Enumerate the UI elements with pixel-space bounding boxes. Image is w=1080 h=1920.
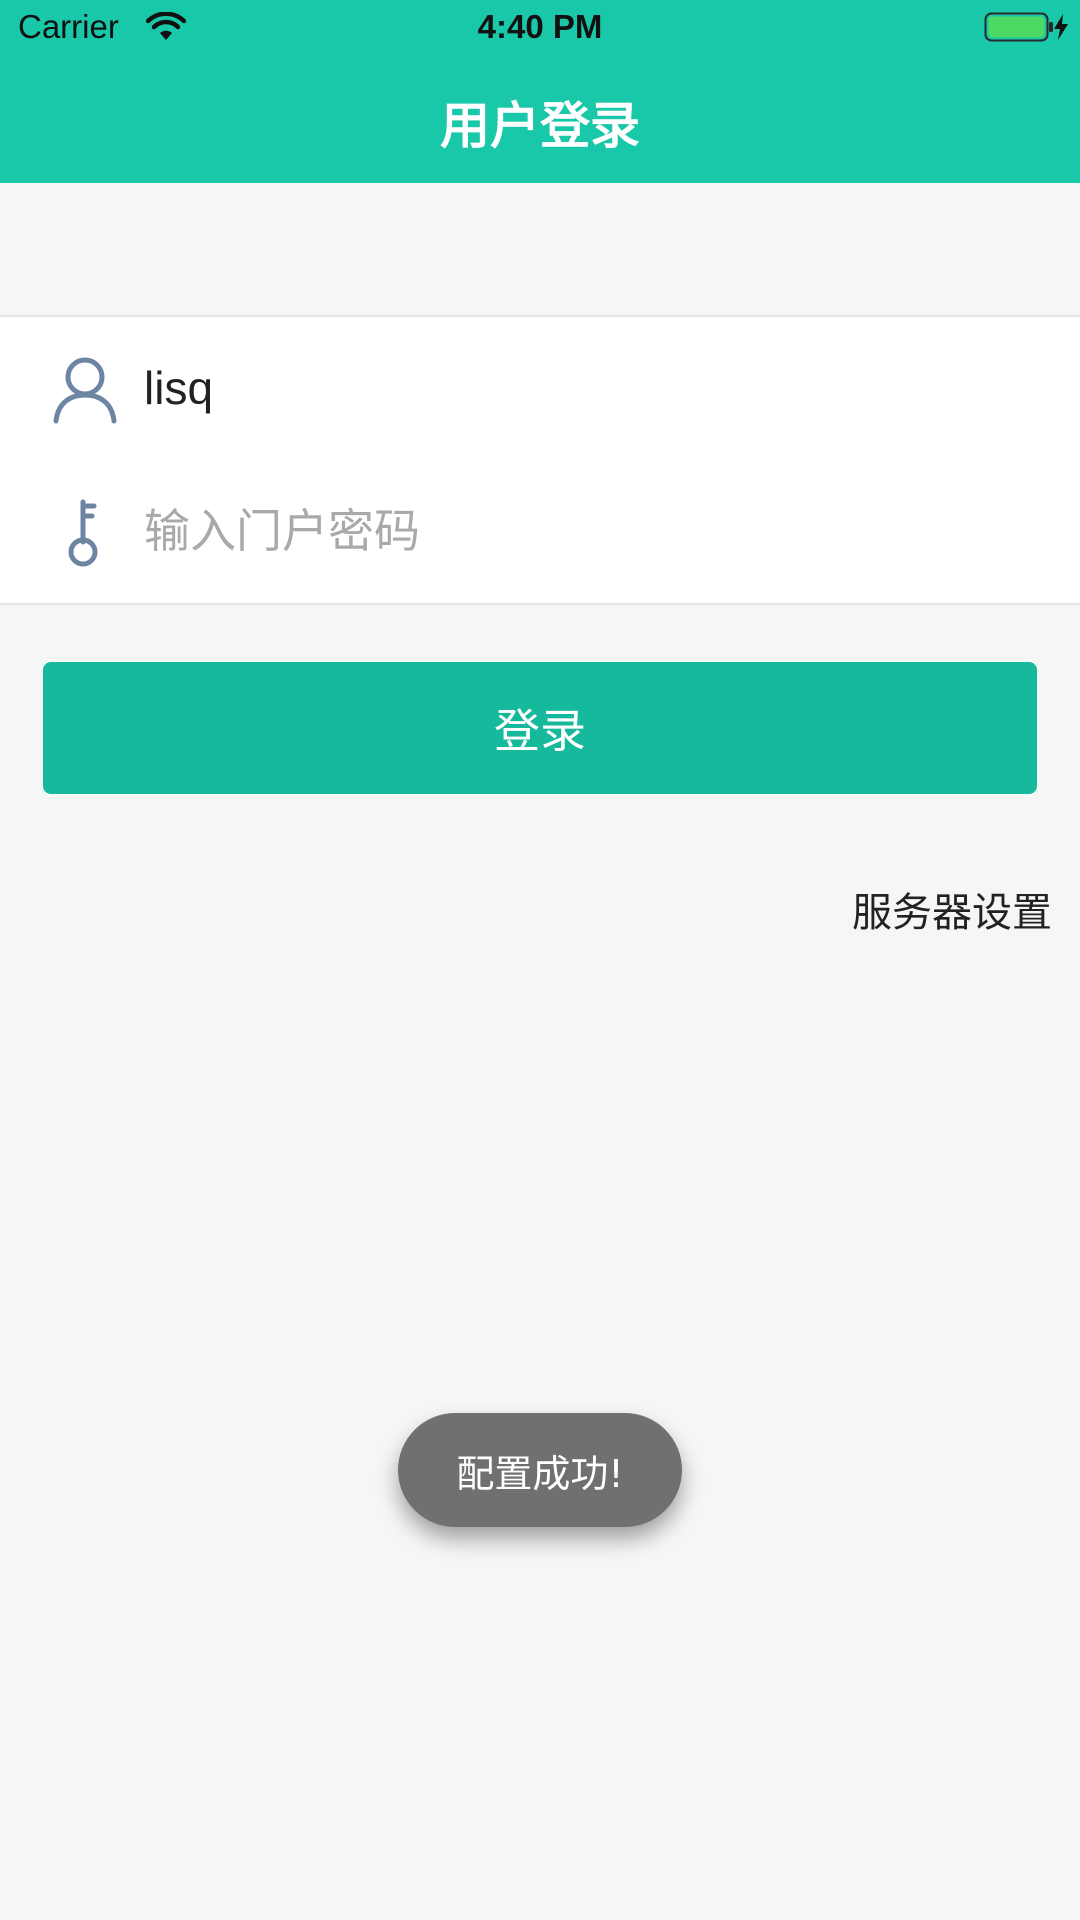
user-icon [53,357,117,424]
login-button[interactable]: 登录 [43,662,1037,794]
login-screen: Carrier 4:40 PM 用户登录 lisq 登录 服务器设置 配置成功! [0,0,1080,1920]
page-title: 用户登录 [440,97,640,155]
battery-icon [984,12,1053,42]
username-input[interactable] [144,345,1024,431]
password-field [0,460,1080,605]
app-header: Carrier 4:40 PM 用户登录 [0,0,1080,183]
status-time: 4:40 PM [477,8,603,45]
status-bar: Carrier 4:40 PM [0,0,1080,58]
server-settings-link[interactable]: 服务器设置 [852,880,1052,938]
username-field [0,315,1080,462]
charging-icon [1054,14,1068,40]
key-icon [68,499,98,567]
toast-message: 配置成功! [398,1413,682,1527]
password-input[interactable] [144,488,1024,574]
